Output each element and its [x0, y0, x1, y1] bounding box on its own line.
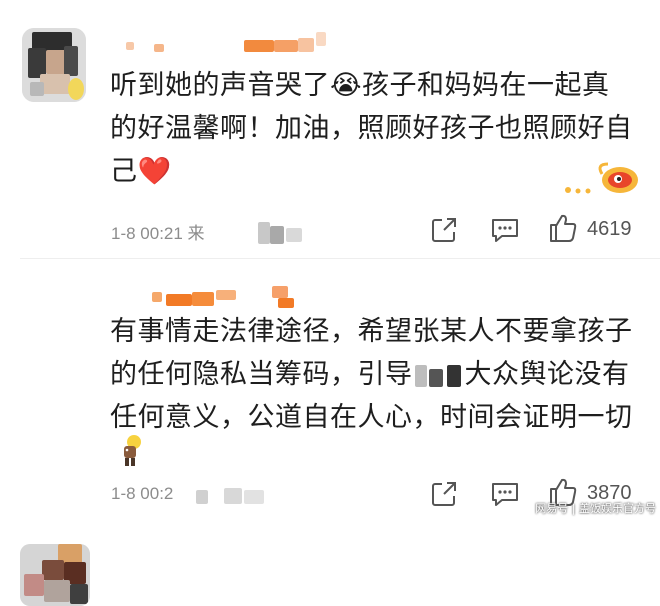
share-icon[interactable] — [430, 216, 458, 244]
watermark: 网易号 | 盖饭娱乐官方号 — [535, 502, 656, 515]
comment-line-part: 的任何隐私当筹码，引导 — [110, 359, 413, 390]
avatar[interactable] — [22, 28, 86, 102]
divider — [20, 258, 660, 259]
comment-line-part: 大众舆论没有 — [464, 359, 630, 390]
like-count: 4619 — [587, 218, 632, 240]
comment-line: 己❤️ — [110, 156, 172, 187]
comment-line: 的好温馨啊！加油，照顾好孩子也照顾好自 — [110, 113, 633, 144]
comment-time: 1-8 00:2 — [111, 484, 174, 503]
comment-time: 1-8 00:21 来 — [111, 224, 205, 243]
comment-line: 任何意义，公道自在人心，时间会证明一切 — [110, 402, 633, 433]
weibo-badge-icon — [562, 160, 640, 196]
comment-line: 有事情走法律途径，希望张某人不要拿孩子 — [110, 316, 633, 347]
comment-text: 有事情走法律途径，希望张某人不要拿孩子 的任何隐私当筹码，引导 大众舆论没有 任… — [110, 310, 633, 439]
comment-item: 有事情走法律途径，希望张某人不要拿孩子 的任何隐私当筹码，引导 大众舆论没有 任… — [0, 262, 660, 606]
comment-item: 听到她的声音哭了😭孩子和妈妈在一起真 的好温馨啊！加油，照顾好孩子也照顾好自 己… — [0, 0, 660, 252]
comment-text: 听到她的声音哭了😭孩子和妈妈在一起真 的好温馨啊！加油，照顾好孩子也照顾好自 己… — [110, 64, 633, 193]
source-redacted — [258, 222, 308, 244]
comment-icon[interactable] — [490, 216, 520, 244]
avatar[interactable] — [20, 544, 90, 606]
share-icon[interactable] — [430, 480, 458, 508]
bulb-figure-icon — [118, 434, 144, 468]
username-redacted[interactable] — [126, 32, 336, 52]
username-redacted[interactable] — [152, 286, 302, 308]
thumbs-up-icon[interactable] — [548, 212, 578, 244]
comment-line: 的任何隐私当筹码，引导 大众舆论没有 — [110, 353, 633, 396]
redacted-text — [413, 361, 465, 391]
comment-icon[interactable] — [490, 480, 520, 508]
source-redacted — [196, 486, 276, 506]
comment-line: 听到她的声音哭了😭孩子和妈妈在一起真 — [110, 70, 610, 101]
